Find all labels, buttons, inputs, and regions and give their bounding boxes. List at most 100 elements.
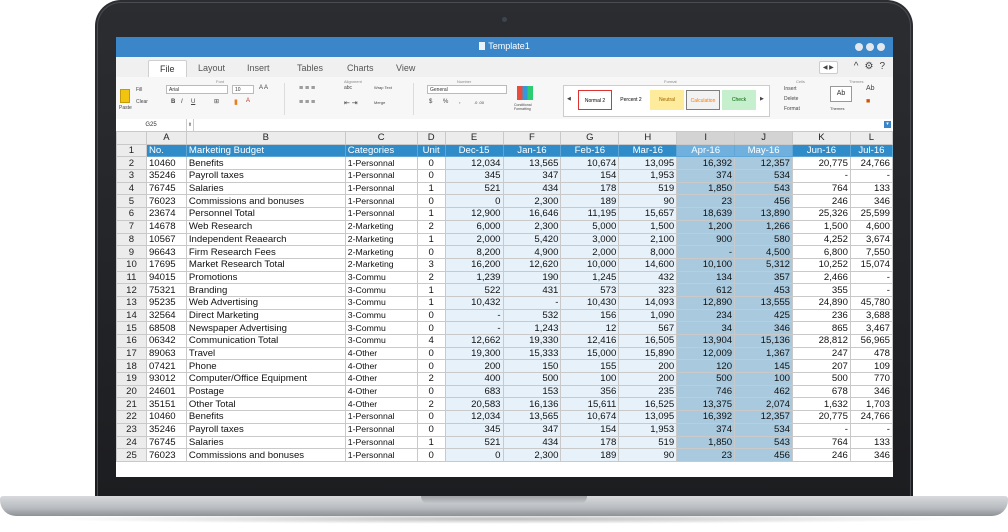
table-cell[interactable]: 12,620 xyxy=(502,257,562,272)
table-cell[interactable]: 0 xyxy=(416,384,446,399)
table-cell[interactable]: 683 xyxy=(444,384,504,399)
table-cell[interactable]: 1 xyxy=(416,435,446,450)
column-header-f[interactable]: F xyxy=(502,131,562,145)
fill-color-icon[interactable]: ▮ xyxy=(234,98,238,106)
paste-button[interactable]: Paste xyxy=(119,105,132,111)
table-cell[interactable]: 155 xyxy=(560,359,620,374)
column-header-d[interactable]: D xyxy=(416,131,446,145)
table-cell[interactable]: 10460 xyxy=(145,156,187,171)
table-cell[interactable]: 68508 xyxy=(145,321,187,335)
row-header[interactable]: 25 xyxy=(116,448,147,462)
row-header[interactable]: 7 xyxy=(116,219,147,234)
table-cell[interactable]: 1,239 xyxy=(444,270,504,285)
column-header-a[interactable]: A xyxy=(145,131,187,145)
table-cell[interactable]: 76745 xyxy=(145,435,187,450)
column-header-c[interactable]: C xyxy=(344,131,418,145)
table-cell[interactable]: 13,555 xyxy=(734,295,794,310)
table-cell[interactable]: 153 xyxy=(502,384,562,399)
row-header[interactable]: 9 xyxy=(116,245,147,259)
table-cell[interactable]: Firm Research Fees xyxy=(185,245,346,259)
row-header[interactable]: 18 xyxy=(116,359,147,374)
table-cell[interactable]: 3,000 xyxy=(560,232,620,247)
currency-button[interactable]: $ xyxy=(429,99,432,105)
table-cell[interactable]: 425 xyxy=(734,308,794,323)
table-cell[interactable]: 133 xyxy=(849,181,893,196)
table-cell[interactable]: 521 xyxy=(444,181,504,196)
table-cell[interactable]: 94015 xyxy=(145,270,187,285)
table-cell[interactable]: 374 xyxy=(676,422,736,437)
row-header[interactable]: 12 xyxy=(116,283,147,297)
table-cell[interactable]: 357 xyxy=(734,270,794,285)
table-cell[interactable]: 14678 xyxy=(145,219,187,234)
table-cell[interactable]: 764 xyxy=(792,435,851,450)
table-cell[interactable]: 16,505 xyxy=(618,334,678,348)
table-cell[interactable]: 12,034 xyxy=(444,410,504,424)
table-cell[interactable]: Postage xyxy=(185,384,346,399)
table-cell[interactable]: 1-Personnal xyxy=(344,410,418,424)
fill-button[interactable]: Fill xyxy=(136,87,142,93)
table-cell[interactable]: 764 xyxy=(792,181,851,196)
table-cell[interactable]: 456 xyxy=(734,448,794,462)
table-cell[interactable]: 534 xyxy=(734,169,794,183)
table-cell[interactable]: 6,000 xyxy=(444,219,504,234)
table-cell[interactable]: 2 xyxy=(416,219,446,234)
table-cell[interactable]: 4-Other xyxy=(344,346,418,361)
table-cell[interactable]: 1-Personnal xyxy=(344,422,418,437)
table-cell[interactable]: - xyxy=(444,308,504,323)
table-cell[interactable]: 431 xyxy=(502,283,562,297)
table-cell[interactable]: 10,430 xyxy=(560,295,620,310)
table-cell[interactable]: 2 xyxy=(416,372,446,386)
table-cell[interactable]: 3-Commu xyxy=(344,308,418,323)
comma-button[interactable]: , xyxy=(459,99,461,105)
theme-fonts-button[interactable]: Ab xyxy=(866,85,875,92)
table-cell[interactable]: 0 xyxy=(416,194,446,209)
row-header[interactable]: 22 xyxy=(116,410,147,424)
table-cell[interactable]: 236 xyxy=(792,308,851,323)
table-cell[interactable]: 8,200 xyxy=(444,245,504,259)
row-header[interactable]: 24 xyxy=(116,435,147,450)
table-cell[interactable]: 23674 xyxy=(145,207,187,221)
table-cell[interactable]: Branding xyxy=(185,283,346,297)
table-cell[interactable]: 3-Commu xyxy=(344,270,418,285)
table-cell[interactable]: 15,000 xyxy=(560,346,620,361)
font-color-icon[interactable]: A xyxy=(246,98,250,104)
table-cell[interactable]: 478 xyxy=(849,346,893,361)
table-cell[interactable]: 5,312 xyxy=(734,257,794,272)
table-cell[interactable]: 18,639 xyxy=(676,207,736,221)
row-header[interactable]: 15 xyxy=(116,321,147,335)
table-cell[interactable]: 20,775 xyxy=(792,410,851,424)
table-cell[interactable]: 1,500 xyxy=(618,219,678,234)
table-cell[interactable]: 500 xyxy=(502,372,562,386)
table-cell[interactable]: 345 xyxy=(444,169,504,183)
table-cell[interactable]: 4,252 xyxy=(792,232,851,247)
table-header-cell[interactable]: Jan-16 xyxy=(502,143,562,158)
table-cell[interactable]: 14,093 xyxy=(618,295,678,310)
table-cell[interactable]: 178 xyxy=(560,435,620,450)
table-cell[interactable]: 2 xyxy=(416,270,446,285)
table-cell[interactable]: 462 xyxy=(734,384,794,399)
table-cell[interactable]: 346 xyxy=(849,194,893,209)
table-cell[interactable]: 374 xyxy=(676,169,736,183)
table-cell[interactable]: 178 xyxy=(560,181,620,196)
table-cell[interactable]: 34 xyxy=(676,321,736,335)
table-cell[interactable]: 580 xyxy=(734,232,794,247)
table-cell[interactable]: 500 xyxy=(792,372,851,386)
table-cell[interactable]: 2,100 xyxy=(618,232,678,247)
table-cell[interactable]: 16,525 xyxy=(618,397,678,412)
row-header[interactable]: 16 xyxy=(116,334,147,348)
table-cell[interactable]: 456 xyxy=(734,194,794,209)
table-cell[interactable]: 145 xyxy=(734,359,794,374)
table-cell[interactable]: 207 xyxy=(792,359,851,374)
style-neutral[interactable]: Neutral xyxy=(650,90,684,110)
table-cell[interactable]: 12,009 xyxy=(676,346,736,361)
delete-cells-button[interactable]: Delete xyxy=(784,96,798,102)
table-cell[interactable]: 19,300 xyxy=(444,346,504,361)
table-cell[interactable]: 543 xyxy=(734,181,794,196)
table-cell[interactable]: 356 xyxy=(560,384,620,399)
table-cell[interactable]: 14,600 xyxy=(618,257,678,272)
table-cell[interactable]: 355 xyxy=(792,283,851,297)
table-cell[interactable]: 23 xyxy=(676,448,736,462)
row-header[interactable]: 11 xyxy=(116,270,147,285)
table-cell[interactable]: 346 xyxy=(849,448,893,462)
insert-cells-button[interactable]: Insert xyxy=(784,86,797,92)
